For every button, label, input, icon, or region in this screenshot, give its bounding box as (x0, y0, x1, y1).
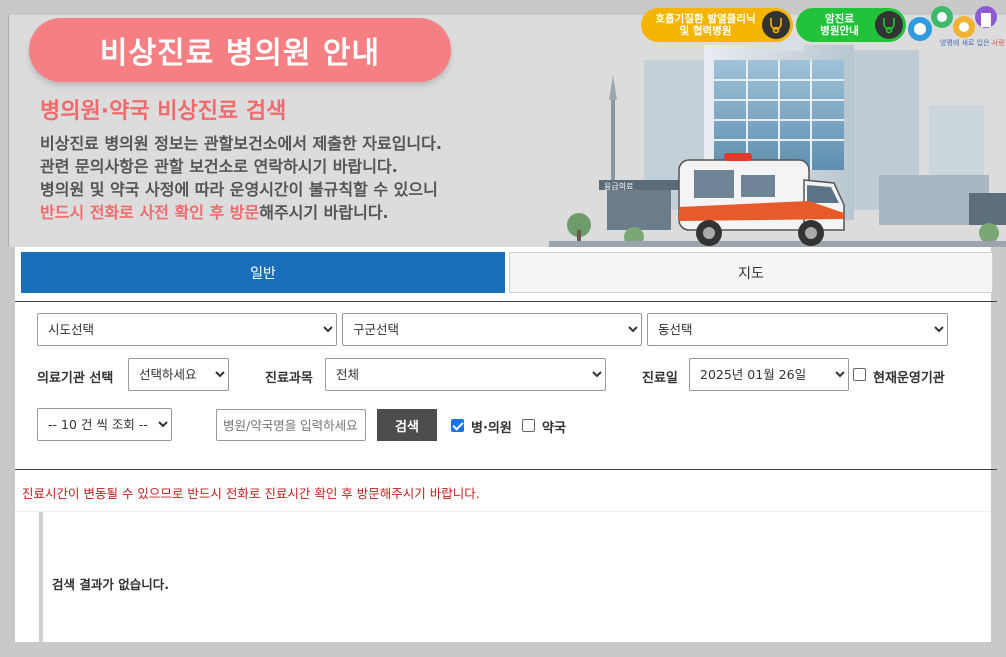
hospital-checkbox[interactable] (451, 419, 464, 432)
dept-label: 진료과목 (265, 371, 313, 386)
date-label: 진료일 (642, 371, 678, 386)
tab-map[interactable]: 지도 (509, 252, 993, 293)
desc-line: 반드시 전화로 사전 확인 후 방문해주시기 바랍니다. (40, 201, 442, 224)
view-tabs: 일반 지도 (21, 252, 993, 293)
sido-select[interactable]: 시도선택 (37, 313, 337, 346)
search-button[interactable]: 검색 (377, 409, 437, 441)
pharmacy-label: 약국 (542, 421, 566, 436)
dong-select[interactable]: 동선택 (647, 313, 948, 346)
divider (15, 301, 997, 302)
logo-tagline: 양평에 새로 입은 사랑 (940, 38, 1005, 48)
cancer-hospital-label-line2: 병원안내 (820, 25, 859, 37)
visit-notice: 진료시간이 변동될 수 있으므로 반드시 전화로 진료시간 확인 후 방문해주시… (22, 486, 480, 501)
logo-tagline-blue: 양평에 새로 입은 (940, 39, 992, 47)
pharmacy-checkbox[interactable] (522, 419, 535, 432)
banner-description: 비상진료 병의원 정보는 관할보건소에서 제출한 자료입니다. 관련 문의사항은… (40, 132, 442, 224)
cancer-hospital-link[interactable]: 암진료 병원안내 (796, 8, 906, 42)
gugun-select[interactable]: 구군선택 (342, 313, 642, 346)
empty-result-message: 검색 결과가 없습니다. (52, 577, 169, 592)
result-list: 검색 결과가 없습니다. (15, 511, 991, 643)
tab-general[interactable]: 일반 (21, 252, 505, 293)
stethoscope-icon (762, 11, 790, 39)
respiratory-clinic-label: 호흡기질환 발열클리닉 및 협력병원 (649, 13, 762, 37)
respiratory-clinic-link[interactable]: 호흡기질환 발열클리닉 및 협력병원 (641, 8, 793, 42)
desc-rest: 해주시기 바랍니다. (259, 203, 389, 222)
search-input[interactable] (216, 409, 366, 441)
page-size-select[interactable]: -- 10 건 씩 조회 -- (37, 408, 172, 441)
hospital-ambulance-illustration: 응급의료 (549, 37, 1006, 247)
result-bar (39, 512, 43, 643)
desc-line: 병의원 및 약국 사정에 따라 운영시간이 불규칙할 수 있으니 (40, 180, 438, 199)
stethoscope-icon (875, 11, 903, 39)
banner: 비상진료 병의원 안내 병의원·약국 비상진료 검색 비상진료 병의원 정보는 … (8, 15, 1006, 247)
respiratory-clinic-label-line1: 호흡기질환 발열클리닉 (655, 13, 756, 25)
divider (15, 469, 997, 470)
search-panel: 일반 지도 시도선택 구군선택 동선택 의료기관 선택 선택하세요 진료과목 전… (15, 247, 997, 643)
open-now-checkbox[interactable] (853, 368, 866, 381)
open-now-label: 현재운영기관 (873, 371, 945, 386)
page-title: 비상진료 병의원 안내 (29, 18, 451, 82)
org-label: 의료기관 선택 (37, 371, 114, 386)
hospital-label: 병·의원 (471, 421, 512, 436)
logo-tagline-red: 사랑 (991, 39, 1005, 47)
desc-highlight: 반드시 전화로 사전 확인 후 방문 (40, 203, 260, 222)
desc-line: 비상진료 병의원 정보는 관할보건소에서 제출한 자료입니다. (40, 134, 442, 153)
date-select[interactable]: 2025년 01월 26일 (689, 358, 849, 391)
respiratory-clinic-label-line2: 및 협력병원 (679, 25, 732, 37)
page-subtitle: 병의원·약국 비상진료 검색 (40, 99, 287, 124)
dept-select[interactable]: 전체 (325, 358, 606, 391)
cancer-hospital-label: 암진료 병원안내 (804, 13, 875, 37)
desc-line: 관련 문의사항은 관할 보건소로 연락하시기 바랍니다. (40, 157, 398, 176)
cancer-hospital-label-line1: 암진료 (825, 13, 854, 25)
building-sign: 응급의료 (604, 181, 633, 191)
org-type-select[interactable]: 선택하세요 (128, 358, 229, 391)
